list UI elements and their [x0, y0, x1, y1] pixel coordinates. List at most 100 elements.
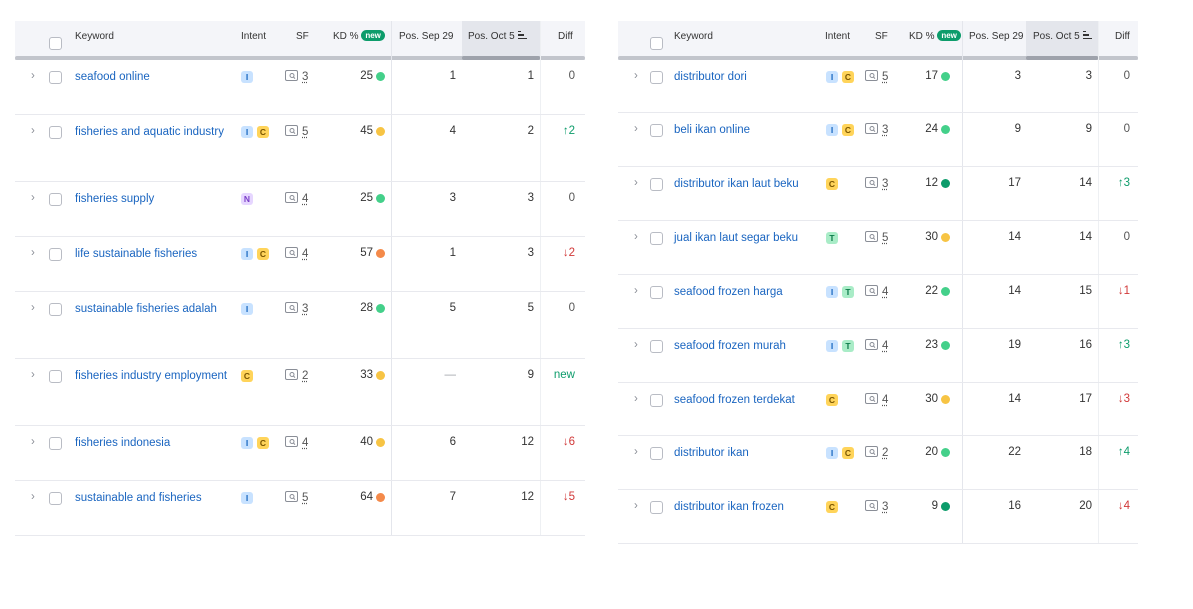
serp-features-cell[interactable]: 5 [865, 231, 888, 245]
keyword-link[interactable]: seafood online [75, 70, 235, 84]
intent-badge-c[interactable]: C [842, 124, 854, 136]
intent-badge-i[interactable]: I [241, 248, 253, 260]
keyword-link[interactable]: fisheries supply [75, 192, 235, 206]
intent-badge-c[interactable]: C [257, 437, 269, 449]
row-checkbox[interactable] [650, 124, 663, 137]
keyword-link[interactable]: distributor ikan frozen [674, 500, 824, 514]
intent-badge-c[interactable]: C [826, 501, 838, 513]
serp-features-cell[interactable]: 4 [865, 285, 888, 299]
chevron-right-icon[interactable]: › [31, 436, 35, 448]
chevron-right-icon[interactable]: › [31, 70, 35, 82]
keyword-link[interactable]: fisheries and aquatic industry [75, 125, 235, 139]
table-row[interactable]: › beli ikan online I C 3 24 9 9 0 [618, 113, 1138, 167]
keyword-link[interactable]: fisheries industry employment [75, 369, 235, 383]
position-current[interactable]: 9 [528, 369, 534, 381]
chevron-right-icon[interactable]: › [31, 192, 35, 204]
column-header-sf[interactable]: SF [296, 21, 309, 59]
serp-features-cell[interactable]: 4 [285, 436, 308, 450]
intent-badge-c[interactable]: C [842, 71, 854, 83]
chevron-right-icon[interactable]: › [634, 285, 638, 297]
column-header-pos-curr[interactable]: Pos. Oct 5 [468, 21, 527, 59]
table-row[interactable]: › seafood online I 3 25 1 1 0 [15, 60, 585, 115]
column-header-kd[interactable]: KD % new [909, 21, 961, 59]
row-checkbox[interactable] [49, 492, 62, 505]
table-row[interactable]: › sustainable fisheries adalah I 3 28 5 5 0 [15, 292, 585, 359]
position-current[interactable]: 14 [1079, 177, 1092, 189]
column-header-kd[interactable]: KD % new [333, 21, 385, 59]
table-row[interactable]: › jual ikan laut segar beku T 5 30 14 14 0 [618, 221, 1138, 275]
position-current[interactable]: 18 [1079, 446, 1092, 458]
serp-features-count[interactable]: 4 [302, 193, 308, 205]
intent-badge-c[interactable]: C [241, 370, 253, 382]
position-current[interactable]: 3 [1086, 70, 1092, 82]
serp-features-count[interactable]: 3 [882, 178, 888, 190]
keyword-link[interactable]: seafood frozen harga [674, 285, 824, 299]
intent-badge-c[interactable]: C [826, 394, 838, 406]
serp-features-cell[interactable]: 5 [865, 70, 888, 84]
serp-features-cell[interactable]: 5 [285, 491, 308, 505]
intent-badge-i[interactable]: I [241, 437, 253, 449]
serp-features-count[interactable]: 3 [882, 501, 888, 513]
row-checkbox[interactable] [49, 437, 62, 450]
serp-features-count[interactable]: 5 [882, 232, 888, 244]
position-current[interactable]: 15 [1079, 285, 1092, 297]
serp-features-cell[interactable]: 3 [285, 302, 308, 316]
keyword-link[interactable]: seafood frozen murah [674, 339, 824, 353]
serp-features-count[interactable]: 4 [882, 286, 888, 298]
chevron-right-icon[interactable]: › [634, 177, 638, 189]
position-current[interactable]: 3 [528, 247, 534, 259]
intent-badge-i[interactable]: I [826, 71, 838, 83]
chevron-right-icon[interactable]: › [31, 247, 35, 259]
position-current[interactable]: 2 [528, 125, 534, 137]
intent-badge-t[interactable]: T [842, 286, 854, 298]
row-checkbox[interactable] [650, 178, 663, 191]
serp-features-count[interactable]: 4 [882, 340, 888, 352]
intent-badge-i[interactable]: I [826, 447, 838, 459]
chevron-right-icon[interactable]: › [31, 302, 35, 314]
column-header-keyword[interactable]: Keyword [674, 21, 713, 59]
column-header-keyword[interactable]: Keyword [75, 21, 114, 59]
chevron-right-icon[interactable]: › [634, 123, 638, 135]
table-row[interactable]: › fisheries industry employment C 2 33 — 9 new [15, 359, 585, 426]
table-row[interactable]: › distributor ikan laut beku C 3 12 17 14 ↑3 [618, 167, 1138, 221]
select-all-checkbox[interactable] [650, 37, 663, 50]
position-current[interactable]: 20 [1079, 500, 1092, 512]
row-checkbox[interactable] [49, 248, 62, 261]
position-current[interactable]: 9 [1086, 123, 1092, 135]
table-row[interactable]: › distributor ikan frozen C 3 9 16 20 ↓4 [618, 490, 1138, 544]
position-current[interactable]: 1 [528, 70, 534, 82]
position-current[interactable]: 5 [528, 302, 534, 314]
row-checkbox[interactable] [49, 303, 62, 316]
chevron-right-icon[interactable]: › [31, 369, 35, 381]
intent-badge-i[interactable]: I [826, 286, 838, 298]
keyword-link[interactable]: life sustainable fisheries [75, 247, 235, 261]
table-row[interactable]: › fisheries indonesia I C 4 40 6 12 ↓6 [15, 426, 585, 481]
table-row[interactable]: › sustainable and fisheries I 5 64 7 12 ↓5 [15, 481, 585, 536]
row-checkbox[interactable] [650, 340, 663, 353]
table-row[interactable]: › seafood frozen harga I T 4 22 14 15 ↓1 [618, 275, 1138, 329]
keyword-link[interactable]: distributor ikan laut beku [674, 177, 824, 191]
serp-features-count[interactable]: 4 [302, 248, 308, 260]
keyword-link[interactable]: jual ikan laut segar beku [674, 231, 824, 245]
keyword-link[interactable]: fisheries indonesia [75, 436, 235, 450]
serp-features-cell[interactable]: 4 [865, 393, 888, 407]
serp-features-cell[interactable]: 2 [865, 446, 888, 460]
column-header-pos-prev[interactable]: Pos. Sep 29 [399, 21, 453, 59]
intent-badge-c[interactable]: C [257, 126, 269, 138]
serp-features-cell[interactable]: 5 [285, 125, 308, 139]
serp-features-cell[interactable]: 3 [865, 500, 888, 514]
keyword-link[interactable]: distributor dori [674, 70, 824, 84]
position-current[interactable]: 12 [521, 491, 534, 503]
serp-features-cell[interactable]: 4 [285, 192, 308, 206]
table-row[interactable]: › seafood frozen murah I T 4 23 19 16 ↑3 [618, 329, 1138, 383]
table-row[interactable]: › life sustainable fisheries I C 4 57 1 3 ↓2 [15, 237, 585, 292]
position-current[interactable]: 17 [1079, 393, 1092, 405]
serp-features-cell[interactable]: 4 [865, 339, 888, 353]
table-row[interactable]: › distributor dori I C 5 17 3 3 0 [618, 60, 1138, 113]
row-checkbox[interactable] [650, 447, 663, 460]
row-checkbox[interactable] [650, 71, 663, 84]
intent-badge-i[interactable]: I [241, 126, 253, 138]
intent-badge-i[interactable]: I [241, 71, 253, 83]
row-checkbox[interactable] [650, 232, 663, 245]
column-header-diff[interactable]: Diff [1115, 21, 1130, 59]
